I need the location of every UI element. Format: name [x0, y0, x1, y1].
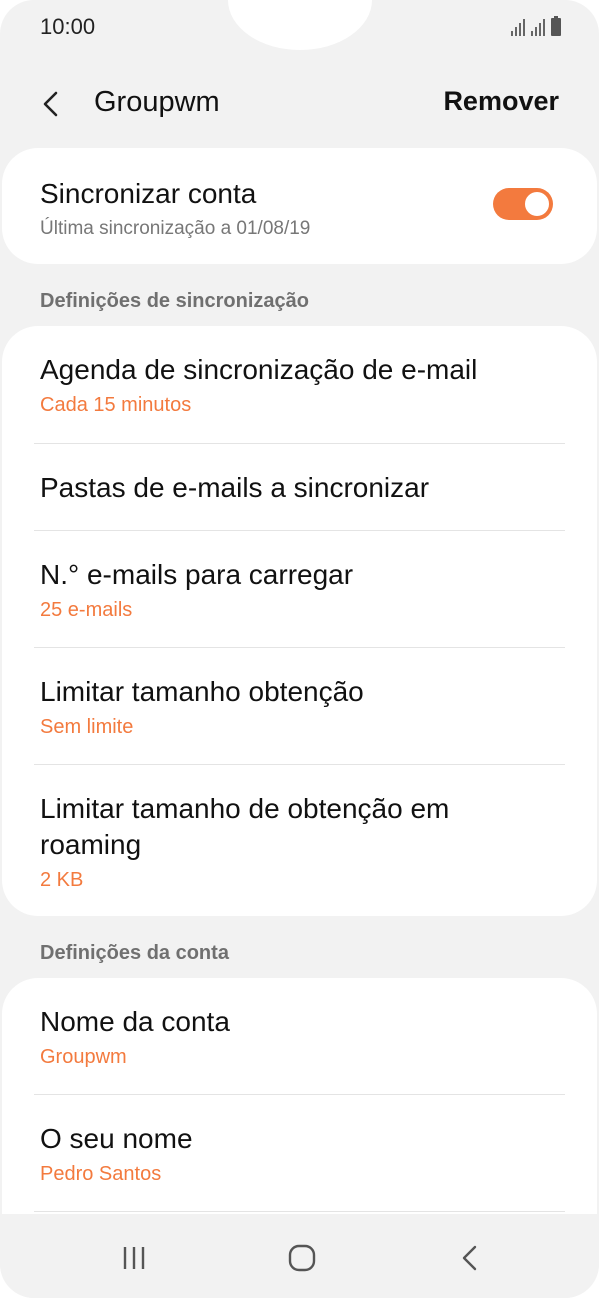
emails-to-load-title: N.° e-mails para carregar	[40, 559, 354, 590]
fetch-size-limit-item[interactable]: Limitar tamanho obtenção Sem limite	[2, 648, 597, 764]
remove-button[interactable]: Remover	[443, 86, 559, 117]
account-name-title: Nome da conta	[40, 1006, 230, 1037]
recent-apps-button[interactable]	[104, 1230, 164, 1286]
email-sync-schedule-title: Agenda de sincronização de e-mail	[40, 354, 478, 385]
sync-toggle[interactable]	[493, 188, 553, 220]
sync-account-card: Sincronizar conta Última sincronização a…	[2, 148, 597, 264]
account-settings-header: Definições da conta	[40, 942, 229, 964]
page-title: Groupwm	[94, 86, 220, 118]
sync-settings-card: Agenda de sincronização de e-mail Cada 1…	[2, 326, 597, 916]
signal-icon-2	[531, 18, 545, 36]
folders-to-sync-item[interactable]: Pastas de e-mails a sincronizar	[2, 444, 597, 530]
your-name-title: O seu nome	[40, 1123, 193, 1154]
phone-screen: 10:00 Groupwm Remover Sincronizar conta …	[0, 0, 599, 1298]
email-sync-schedule-value: Cada 15 minutos	[40, 394, 192, 416]
status-time: 10:00	[40, 14, 96, 39]
your-name-value: Pedro Santos	[40, 1163, 162, 1185]
battery-icon	[551, 16, 561, 36]
home-icon	[288, 1244, 316, 1272]
account-name-value: Groupwm	[40, 1046, 127, 1068]
back-nav-icon	[462, 1245, 477, 1271]
sync-account-title: Sincronizar conta	[40, 178, 257, 209]
fetch-size-limit-value: Sem limite	[40, 716, 134, 738]
emails-to-load-value: 25 e-mails	[40, 599, 133, 621]
divider	[34, 1211, 565, 1212]
camera-notch	[228, 0, 372, 50]
app-bar: Groupwm Remover	[0, 76, 599, 132]
emails-to-load-item[interactable]: N.° e-mails para carregar 25 e-mails	[2, 531, 597, 647]
account-name-item[interactable]: Nome da conta Groupwm	[2, 978, 597, 1094]
back-nav-button[interactable]	[440, 1230, 500, 1286]
your-name-item[interactable]: O seu nome Pedro Santos	[2, 1095, 597, 1211]
sync-account-row[interactable]: Sincronizar conta Última sincronização a…	[2, 148, 597, 264]
sync-account-subtitle: Última sincronização a 01/08/19	[40, 218, 311, 239]
toggle-knob	[523, 190, 551, 218]
sync-settings-header: Definições de sincronização	[40, 290, 309, 312]
back-arrow-icon	[43, 91, 58, 117]
signal-icon	[511, 18, 525, 36]
status-icons	[511, 16, 561, 36]
navigation-bar	[0, 1214, 599, 1298]
back-button[interactable]	[30, 82, 74, 126]
roaming-fetch-limit-item[interactable]: Limitar tamanho de obtenção em roaming 2…	[2, 765, 597, 916]
fetch-size-limit-title: Limitar tamanho obtenção	[40, 676, 364, 707]
roaming-fetch-limit-title-line2: roaming	[40, 829, 142, 860]
folders-to-sync-title: Pastas de e-mails a sincronizar	[40, 472, 430, 503]
roaming-fetch-limit-value: 2 KB	[40, 869, 84, 891]
email-sync-schedule-item[interactable]: Agenda de sincronização de e-mail Cada 1…	[2, 326, 597, 443]
home-button[interactable]	[272, 1230, 332, 1286]
recent-apps-icon	[123, 1247, 145, 1269]
roaming-fetch-limit-title-line1: Limitar tamanho de obtenção em	[40, 793, 450, 824]
